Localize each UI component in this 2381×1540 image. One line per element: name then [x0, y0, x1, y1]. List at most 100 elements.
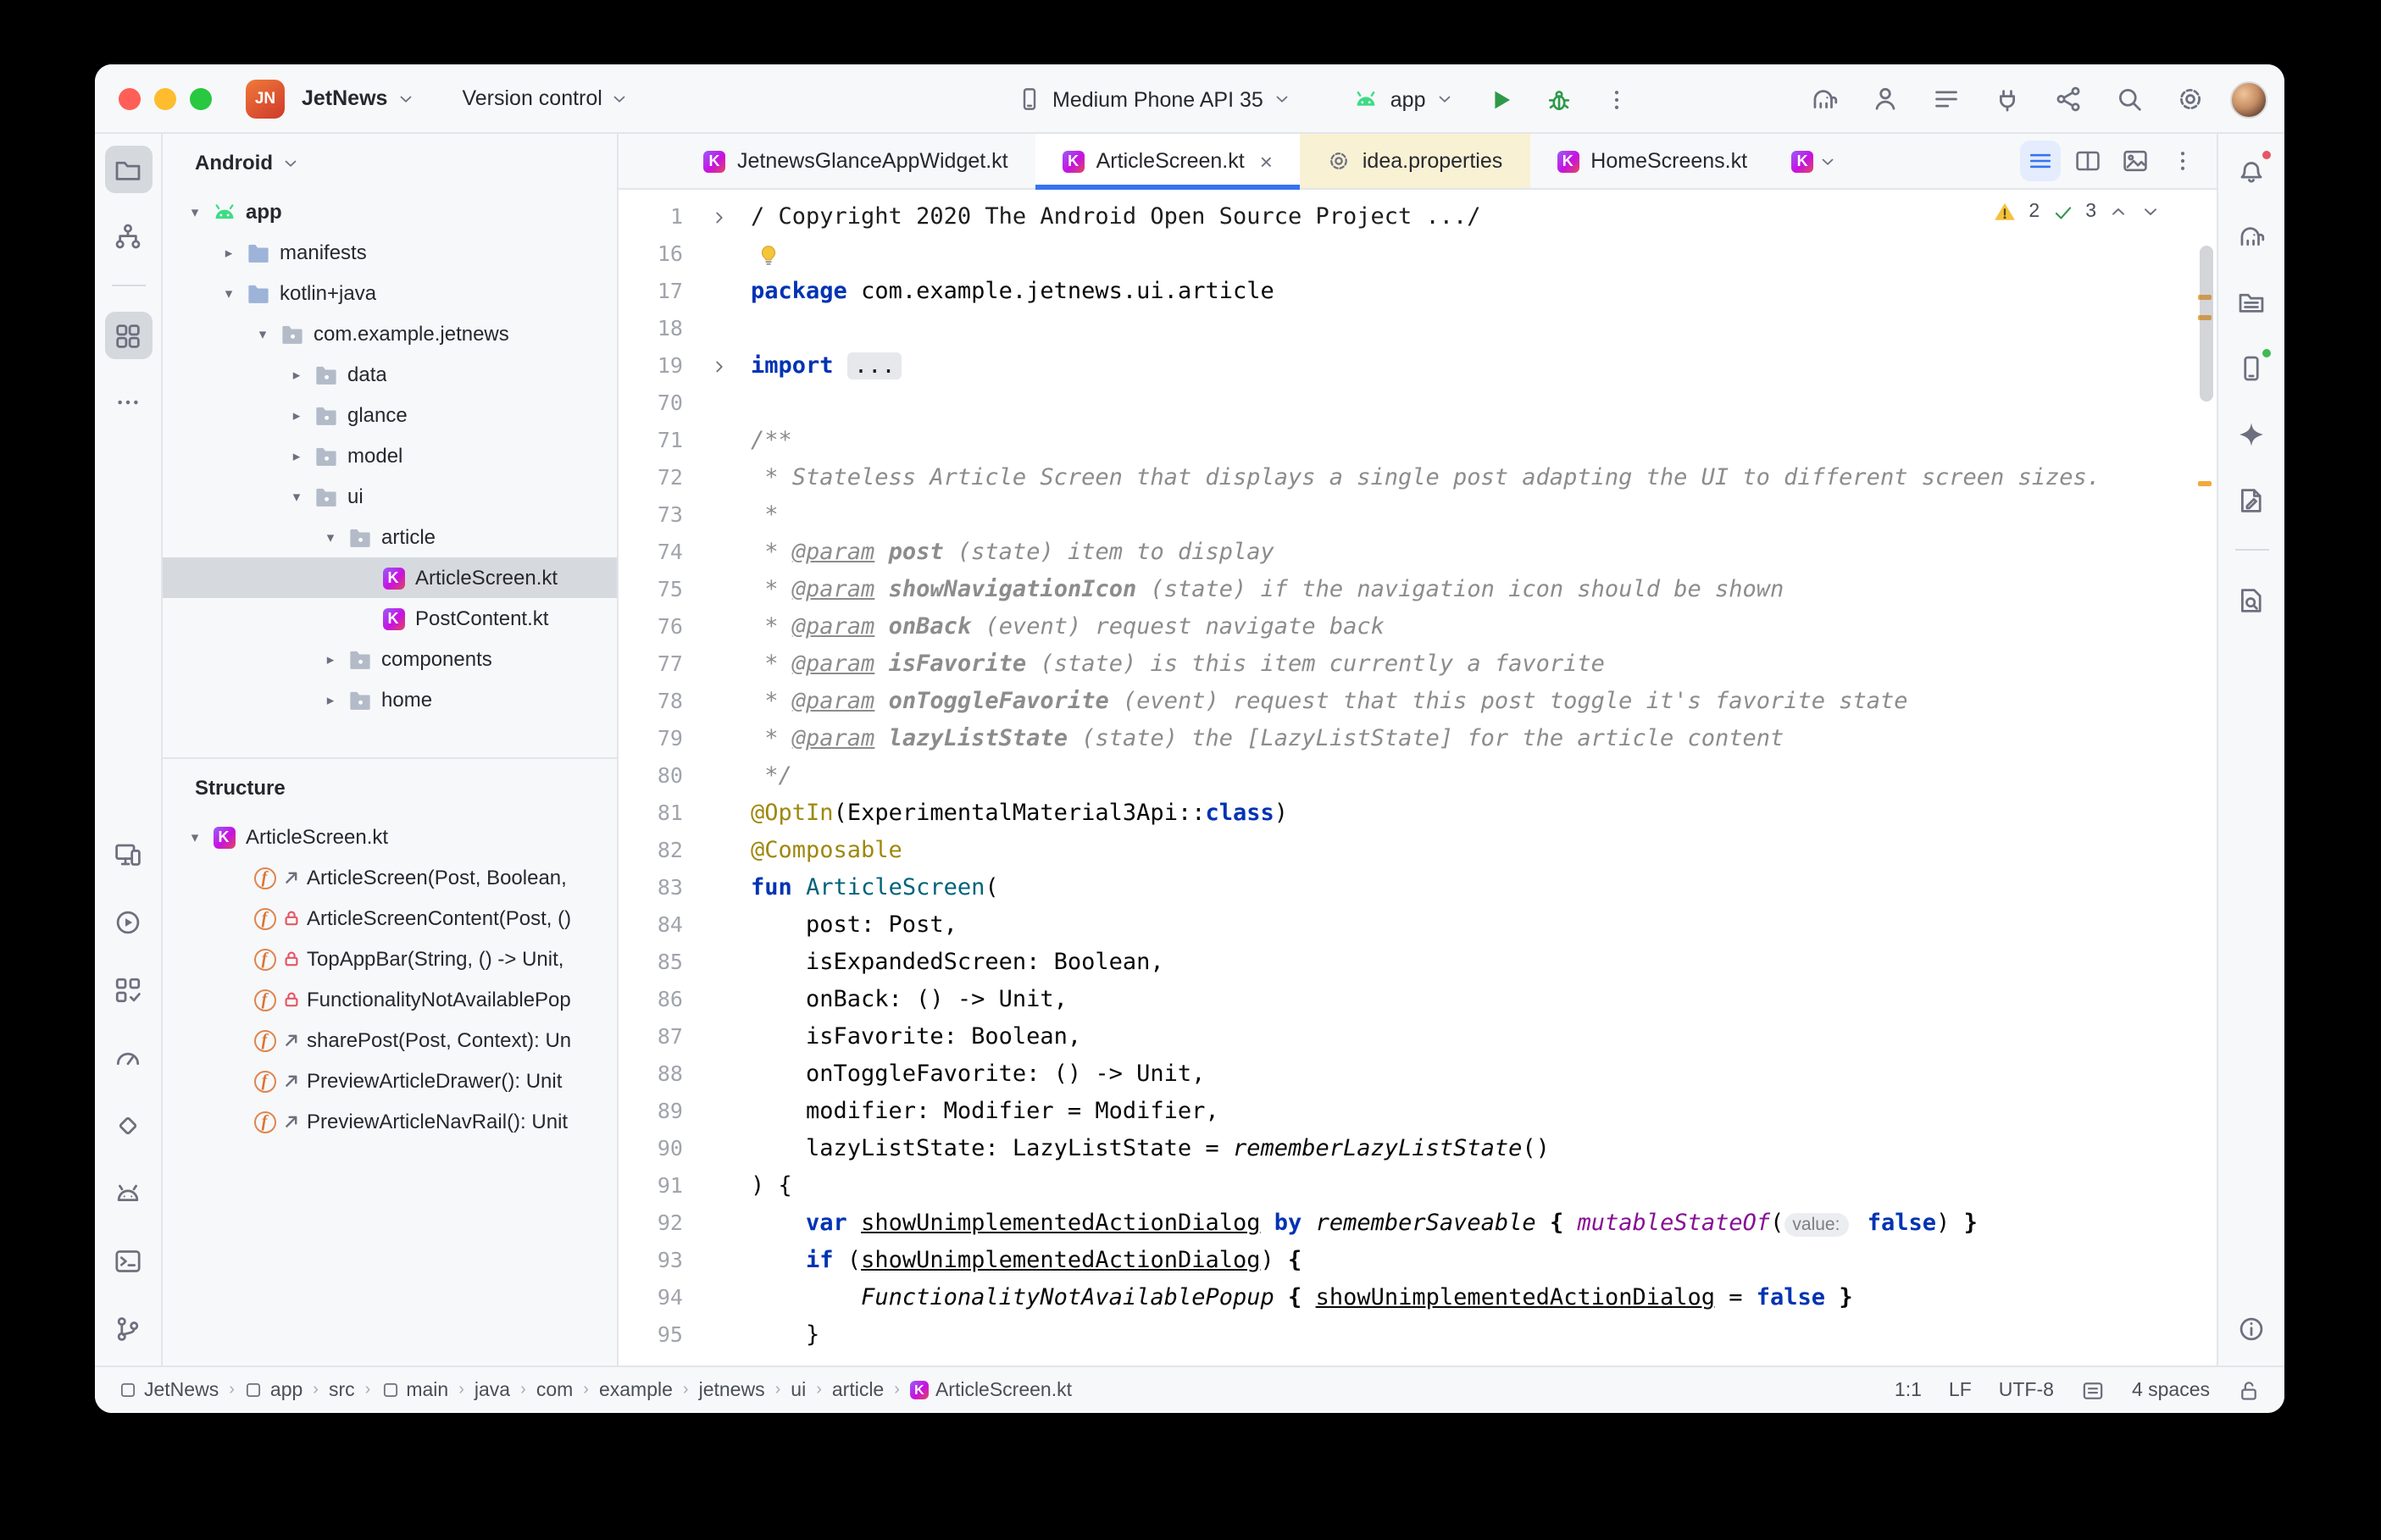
gradle-icon[interactable] — [2228, 212, 2275, 259]
tree-item-article[interactable]: ▾article — [163, 517, 617, 557]
caret-position-widget[interactable]: 1:1 — [1895, 1380, 1922, 1400]
code-view-icon[interactable] — [2020, 141, 2061, 181]
breadcrumb-item[interactable]: jetnews — [699, 1380, 765, 1400]
tree-item-components[interactable]: ▸components — [163, 639, 617, 679]
lock-open-icon[interactable] — [2237, 1378, 2261, 1402]
chevron-down-icon[interactable]: ▾ — [315, 528, 346, 546]
tree-item-model[interactable]: ▸model — [163, 435, 617, 476]
design-view-icon[interactable] — [2115, 141, 2156, 181]
tree-item-previewarticlenavrail-unit[interactable]: fPreviewArticleNavRail(): Unit — [163, 1101, 617, 1142]
chevron-down-icon[interactable]: ▾ — [214, 284, 244, 302]
chevron-down-icon[interactable]: ▾ — [281, 487, 312, 506]
chevron-right-icon[interactable]: ▸ — [315, 690, 346, 709]
tree-item-functionalitynotavailablepop[interactable]: fFunctionalityNotAvailablePop — [163, 979, 617, 1020]
task-list-icon[interactable] — [1925, 79, 1966, 119]
problems-info-icon[interactable] — [2228, 1305, 2275, 1352]
device-manager-icon[interactable] — [104, 830, 152, 878]
tree-item-articlescreen-post-boolean-[interactable]: fArticleScreen(Post, Boolean, — [163, 857, 617, 898]
tree-item-articlescreencontent-post-[interactable]: fArticleScreenContent(Post, () — [163, 898, 617, 939]
insights-diamond-icon[interactable] — [104, 1101, 152, 1149]
warning-mark[interactable] — [2198, 481, 2212, 486]
indent-widget[interactable]: 4 spaces — [2132, 1380, 2210, 1400]
tab-idea-properties[interactable]: idea.properties — [1300, 134, 1529, 188]
chevron-right-icon[interactable]: ▸ — [281, 446, 312, 465]
tree-item-manifests[interactable]: ▸manifests — [163, 232, 617, 273]
breadcrumb-item[interactable]: com — [536, 1380, 573, 1400]
breadcrumb-item[interactable]: src — [329, 1380, 355, 1400]
zoom-window-button[interactable] — [190, 87, 212, 109]
tree-item-articlescreen-kt[interactable]: ▾KArticleScreen.kt — [163, 817, 617, 857]
debug-button[interactable] — [1540, 79, 1580, 119]
encoding-widget[interactable]: UTF-8 — [1999, 1380, 2054, 1400]
project-folder-icon[interactable] — [104, 146, 152, 193]
version-control-widget[interactable]: Version control — [462, 86, 629, 110]
search-document-icon[interactable] — [2228, 576, 2275, 623]
hierarchy-icon[interactable] — [104, 212, 152, 259]
breadcrumb-item[interactable]: example — [599, 1380, 673, 1400]
tree-item-articlescreen-kt[interactable]: KArticleScreen.kt — [163, 557, 617, 598]
split-view-icon[interactable] — [2067, 141, 2108, 181]
layout-check-icon[interactable] — [104, 966, 152, 1013]
tree-item-com-example-jetnews[interactable]: ▾com.example.jetnews — [163, 313, 617, 354]
settings-icon[interactable] — [2169, 79, 2210, 119]
more-horizontal-icon[interactable] — [104, 378, 152, 425]
tree-item-glance[interactable]: ▸glance — [163, 395, 617, 435]
tree-item-topappbar-string-unit-[interactable]: fTopAppBar(String, () -> Unit, — [163, 939, 617, 979]
user-avatar[interactable] — [2230, 80, 2267, 118]
tree-item-previewarticledrawer-unit[interactable]: fPreviewArticleDrawer(): Unit — [163, 1061, 617, 1101]
more-vertical-icon[interactable] — [2162, 141, 2203, 181]
device-selector[interactable]: Medium Phone API 35 — [1007, 80, 1302, 119]
tree-item-app[interactable]: ▾app — [163, 191, 617, 232]
chevron-right-icon[interactable]: ▸ — [281, 406, 312, 424]
breadcrumb-item[interactable]: main — [380, 1380, 448, 1400]
run-circle-icon[interactable] — [104, 898, 152, 945]
more-run-actions-button[interactable] — [1597, 79, 1638, 119]
tab-jetnewsglanceappwidget-kt[interactable]: KJetnewsGlanceAppWidget.kt — [676, 134, 1035, 188]
chevron-down-icon[interactable]: ▾ — [180, 202, 210, 221]
run-button[interactable] — [1482, 79, 1523, 119]
next-issue-icon[interactable] — [2140, 202, 2161, 222]
tree-item-kotlin-java[interactable]: ▾kotlin+java — [163, 273, 617, 313]
chevron-down-icon[interactable]: ▾ — [180, 828, 210, 846]
run-configuration-selector[interactable]: app — [1343, 79, 1465, 119]
tree-item-ui[interactable]: ▾ui — [163, 476, 617, 517]
fold-marker-icon[interactable] — [707, 203, 730, 230]
breadcrumb-item[interactable]: app — [245, 1380, 302, 1400]
running-devices-icon[interactable] — [2228, 344, 2275, 391]
editor-scrollbar[interactable] — [2200, 246, 2213, 402]
edit-document-icon[interactable] — [2228, 476, 2275, 523]
chevron-right-icon[interactable]: ▸ — [315, 650, 346, 668]
error-stripe[interactable] — [2193, 190, 2217, 1366]
breadcrumb-item[interactable]: article — [832, 1380, 884, 1400]
fold-marker-icon[interactable] — [707, 352, 730, 379]
code-with-me-icon[interactable] — [1864, 79, 1905, 119]
chevron-down-icon[interactable]: ▾ — [247, 324, 278, 343]
tree-item-postcontent-kt[interactable]: KPostContent.kt — [163, 598, 617, 639]
minimize-window-button[interactable] — [154, 87, 176, 109]
breadcrumb-item[interactable]: ui — [791, 1380, 806, 1400]
gradle-sync-icon[interactable] — [1803, 79, 1844, 119]
notifications-bell-icon[interactable] — [2228, 146, 2275, 193]
breadcrumb-item[interactable]: KArticleScreen.kt — [910, 1380, 1072, 1400]
tab-articlescreen-kt[interactable]: KArticleScreen.kt× — [1035, 134, 1300, 188]
project-widget[interactable]: JetNews — [302, 86, 414, 110]
tree-item-data[interactable]: ▸data — [163, 354, 617, 395]
project-panel-header[interactable]: Android — [163, 134, 617, 191]
inspections-widget[interactable]: 2 3 — [1981, 197, 2173, 227]
logcat-icon[interactable] — [104, 1169, 152, 1216]
breadcrumb-item[interactable]: JetNews — [119, 1380, 219, 1400]
tab-homescreens-kt[interactable]: KHomeScreens.kt — [1529, 134, 1774, 188]
share-icon[interactable] — [2047, 79, 2088, 119]
tree-item-home[interactable]: ▸home — [163, 679, 617, 720]
device-explorer-icon[interactable] — [2228, 278, 2275, 325]
chevron-right-icon[interactable]: ▸ — [281, 365, 312, 384]
line-separator-widget[interactable]: LF — [1949, 1380, 1972, 1400]
close-window-button[interactable] — [119, 87, 141, 109]
hidden-tabs-dropdown[interactable]: K — [1774, 134, 1854, 188]
version-control-icon[interactable] — [104, 1305, 152, 1352]
plugins-icon[interactable] — [1986, 79, 2027, 119]
editor[interactable]: 1161718197071727374757677787980818283848… — [619, 190, 2217, 1366]
search-icon[interactable] — [2108, 79, 2149, 119]
editor-code[interactable]: / Copyright 2020 The Android Open Source… — [741, 190, 2217, 1366]
close-tab-icon[interactable]: × — [1260, 148, 1273, 174]
